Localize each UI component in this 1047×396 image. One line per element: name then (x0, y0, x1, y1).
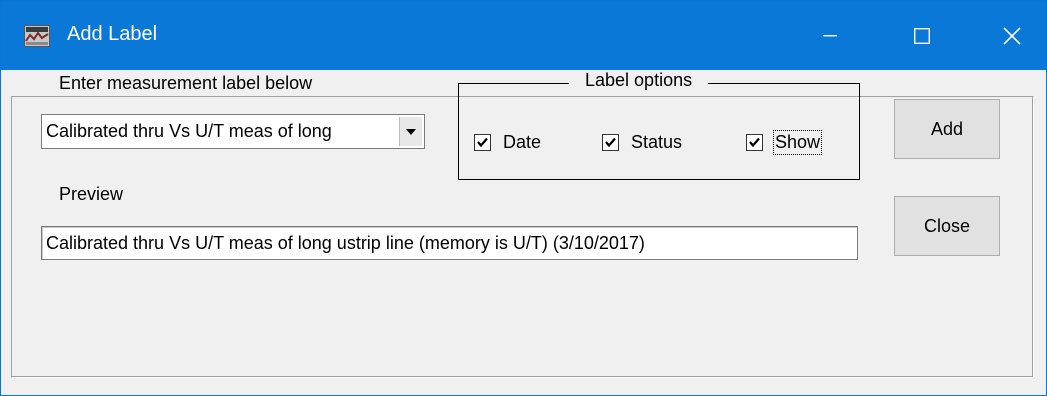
add-label-window: Add Label Enter measurement label below … (0, 0, 1047, 396)
maximize-button[interactable] (888, 1, 956, 70)
show-checkbox-label: Show (772, 130, 823, 155)
preview-heading: Preview (59, 184, 124, 204)
label-options-title: Label options (569, 70, 709, 91)
checkmark-icon (605, 137, 616, 148)
title-bar[interactable]: Add Label (1, 1, 1046, 70)
preview-field[interactable]: Calibrated thru Vs U/T meas of long ustr… (41, 226, 858, 260)
checkbox-box[interactable] (474, 134, 491, 151)
chevron-down-icon (406, 128, 416, 135)
minimize-button[interactable] (796, 1, 864, 70)
checkmark-icon (749, 137, 760, 148)
status-checkbox-label: Status (631, 132, 683, 152)
status-checkbox[interactable]: Status (602, 132, 682, 153)
close-button[interactable]: Close (894, 196, 1000, 256)
date-checkbox[interactable]: Date (474, 132, 541, 153)
checkbox-box[interactable] (746, 134, 763, 151)
window-title: Add Label (67, 23, 158, 45)
minimize-icon (823, 34, 837, 36)
app-icon (24, 25, 50, 47)
checkmark-icon (477, 137, 488, 148)
date-checkbox-label: Date (503, 132, 542, 152)
add-button[interactable]: Add (894, 99, 1000, 159)
close-icon (1003, 26, 1021, 45)
show-checkbox[interactable]: Show (746, 130, 823, 155)
maximize-icon (914, 27, 930, 44)
preview-value: Calibrated thru Vs U/T meas of long ustr… (46, 233, 645, 253)
combo-value: Calibrated thru Vs U/T meas of long (46, 121, 332, 141)
checkbox-box[interactable] (602, 134, 619, 151)
measurement-label-combo[interactable]: Calibrated thru Vs U/T meas of long (41, 114, 425, 149)
combo-dropdown-button[interactable] (399, 117, 422, 146)
close-window-button[interactable] (978, 1, 1046, 70)
measurement-label-heading: Enter measurement label below (59, 73, 313, 93)
